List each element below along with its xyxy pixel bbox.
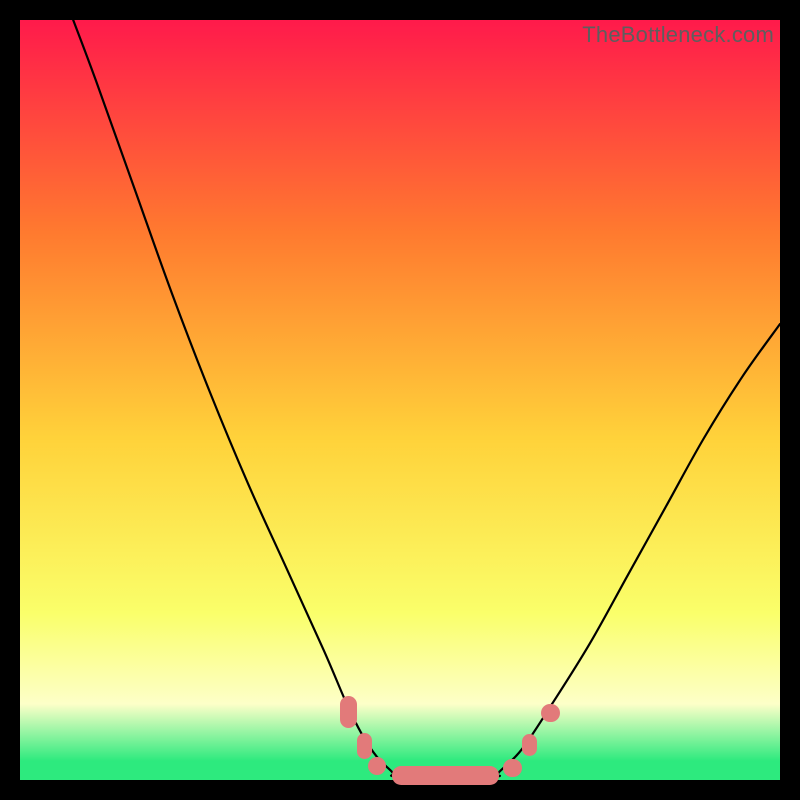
valley-marker [340,696,357,728]
valley-marker [357,733,372,759]
chart-frame [20,20,780,780]
valley-marker [503,759,521,777]
heat-gradient [20,20,780,780]
valley-marker [392,766,498,784]
valley-marker [541,704,559,722]
valley-marker [522,734,537,757]
watermark-text: TheBottleneck.com [582,22,774,48]
